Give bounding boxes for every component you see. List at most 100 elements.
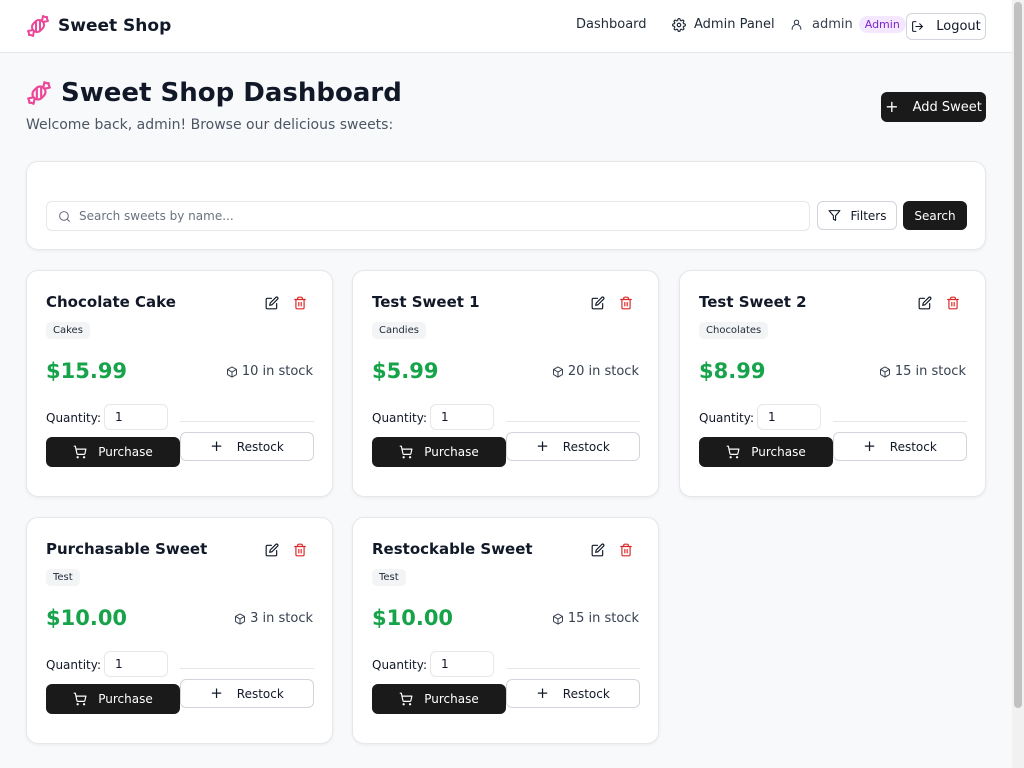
plus-icon: +	[210, 437, 223, 455]
restock-button[interactable]: + Restock	[833, 432, 967, 461]
page-heading: Sweet Shop Dashboard	[26, 78, 402, 108]
quantity-input[interactable]	[104, 651, 168, 677]
restock-label: Restock	[562, 439, 610, 454]
gear-icon	[672, 17, 686, 32]
sweet-price: $10.00	[46, 606, 128, 630]
trash-icon[interactable]	[946, 296, 960, 310]
plus-icon: +	[885, 97, 899, 116]
role-badge: Admin	[858, 16, 906, 33]
restock-button[interactable]: + Restock	[506, 432, 640, 461]
filters-label: Filters	[850, 208, 887, 223]
stock-info: 20 in stock	[552, 364, 639, 379]
search-panel: Filters Search	[26, 161, 986, 250]
divider	[833, 421, 967, 422]
category-badge: Cakes	[46, 322, 90, 339]
divider	[180, 668, 314, 669]
quantity-label: Quantity:	[372, 411, 428, 425]
add-sweet-label: Add Sweet	[912, 99, 982, 115]
trash-icon[interactable]	[619, 543, 633, 557]
username: admin	[812, 17, 853, 32]
purchase-label: Purchase	[424, 692, 479, 706]
nav-admin-panel[interactable]: Admin Panel	[672, 17, 775, 32]
edit-icon[interactable]	[265, 543, 279, 557]
brand-name: Sweet Shop	[58, 16, 172, 36]
restock-label: Restock	[236, 439, 284, 454]
stock-text: 15 in stock	[567, 611, 639, 626]
sweet-card: Purchasable Sweet Test $10.00 3 in stock…	[26, 517, 333, 744]
edit-icon[interactable]	[265, 296, 279, 310]
sweet-price: $15.99	[46, 359, 128, 383]
plus-icon: +	[863, 437, 876, 455]
stock-text: 3 in stock	[250, 611, 313, 626]
sweet-card: Restockable Sweet Test $10.00 15 in stoc…	[352, 517, 659, 744]
divider	[180, 421, 314, 422]
restock-button[interactable]: + Restock	[180, 679, 314, 708]
candy-icon	[27, 81, 51, 105]
sweet-price: $10.00	[372, 606, 454, 630]
user-icon	[791, 19, 802, 30]
sweet-name: Chocolate Cake	[46, 293, 176, 311]
page-title: Sweet Shop Dashboard	[61, 78, 402, 108]
restock-button[interactable]: + Restock	[506, 679, 640, 708]
page-subtitle: Welcome back, admin! Browse our deliciou…	[26, 117, 394, 133]
scrollbar-thumb[interactable]	[1014, 2, 1022, 708]
nav-admin-panel-label: Admin Panel	[694, 17, 775, 32]
add-sweet-button[interactable]: + Add Sweet	[881, 92, 986, 122]
purchase-button[interactable]: Purchase	[46, 437, 180, 467]
quantity-input[interactable]	[757, 404, 821, 430]
stock-text: 15 in stock	[894, 364, 966, 379]
search-button[interactable]: Search	[903, 201, 967, 230]
stock-info: 15 in stock	[552, 611, 639, 626]
search-field[interactable]	[46, 201, 810, 231]
purchase-button[interactable]: Purchase	[46, 684, 180, 714]
logout-label: Logout	[936, 19, 981, 34]
search-input[interactable]	[79, 202, 799, 230]
quantity-input[interactable]	[430, 651, 494, 677]
trash-icon[interactable]	[293, 296, 307, 310]
edit-icon[interactable]	[591, 543, 605, 557]
quantity-label: Quantity:	[372, 658, 428, 672]
cart-icon	[73, 692, 87, 706]
top-navbar: Sweet Shop Dashboard Admin Panel admin A…	[0, 0, 1012, 53]
logout-button[interactable]: Logout	[906, 13, 986, 40]
sweet-price: $5.99	[372, 359, 439, 383]
filters-button[interactable]: Filters	[817, 201, 897, 230]
brand[interactable]: Sweet Shop	[26, 13, 171, 39]
edit-icon[interactable]	[591, 296, 605, 310]
trash-icon[interactable]	[619, 296, 633, 310]
candy-icon	[27, 15, 49, 37]
stock-info: 10 in stock	[226, 364, 313, 379]
package-icon	[552, 613, 563, 625]
sweet-name: Restockable Sweet	[372, 540, 533, 558]
purchase-label: Purchase	[424, 445, 479, 459]
cart-icon	[399, 445, 413, 459]
quantity-label: Quantity:	[46, 658, 102, 672]
divider	[506, 668, 640, 669]
plus-icon: +	[536, 437, 549, 455]
purchase-button[interactable]: Purchase	[372, 437, 506, 467]
cart-icon	[726, 445, 740, 459]
category-badge: Chocolates	[699, 322, 769, 339]
package-icon	[226, 366, 237, 378]
cart-icon	[73, 445, 87, 459]
purchase-button[interactable]: Purchase	[699, 437, 833, 467]
package-icon	[235, 613, 246, 625]
category-badge: Candies	[372, 322, 426, 339]
search-icon	[59, 211, 70, 222]
quantity-input[interactable]	[104, 404, 168, 430]
restock-button[interactable]: + Restock	[180, 432, 314, 461]
package-icon	[879, 366, 890, 378]
edit-icon[interactable]	[918, 296, 932, 310]
scrollbar[interactable]	[1012, 0, 1024, 768]
logout-icon	[912, 21, 924, 32]
nav-dashboard[interactable]: Dashboard	[576, 17, 647, 32]
trash-icon[interactable]	[293, 543, 307, 557]
purchase-label: Purchase	[98, 445, 153, 459]
user-info: admin Admin	[790, 16, 906, 33]
quantity-input[interactable]	[430, 404, 494, 430]
sweet-card: Test Sweet 2 Chocolates $8.99 15 in stoc…	[679, 270, 986, 497]
purchase-button[interactable]: Purchase	[372, 684, 506, 714]
category-badge: Test	[46, 569, 80, 586]
category-badge: Test	[372, 569, 406, 586]
sweet-name: Test Sweet 1	[372, 293, 480, 311]
